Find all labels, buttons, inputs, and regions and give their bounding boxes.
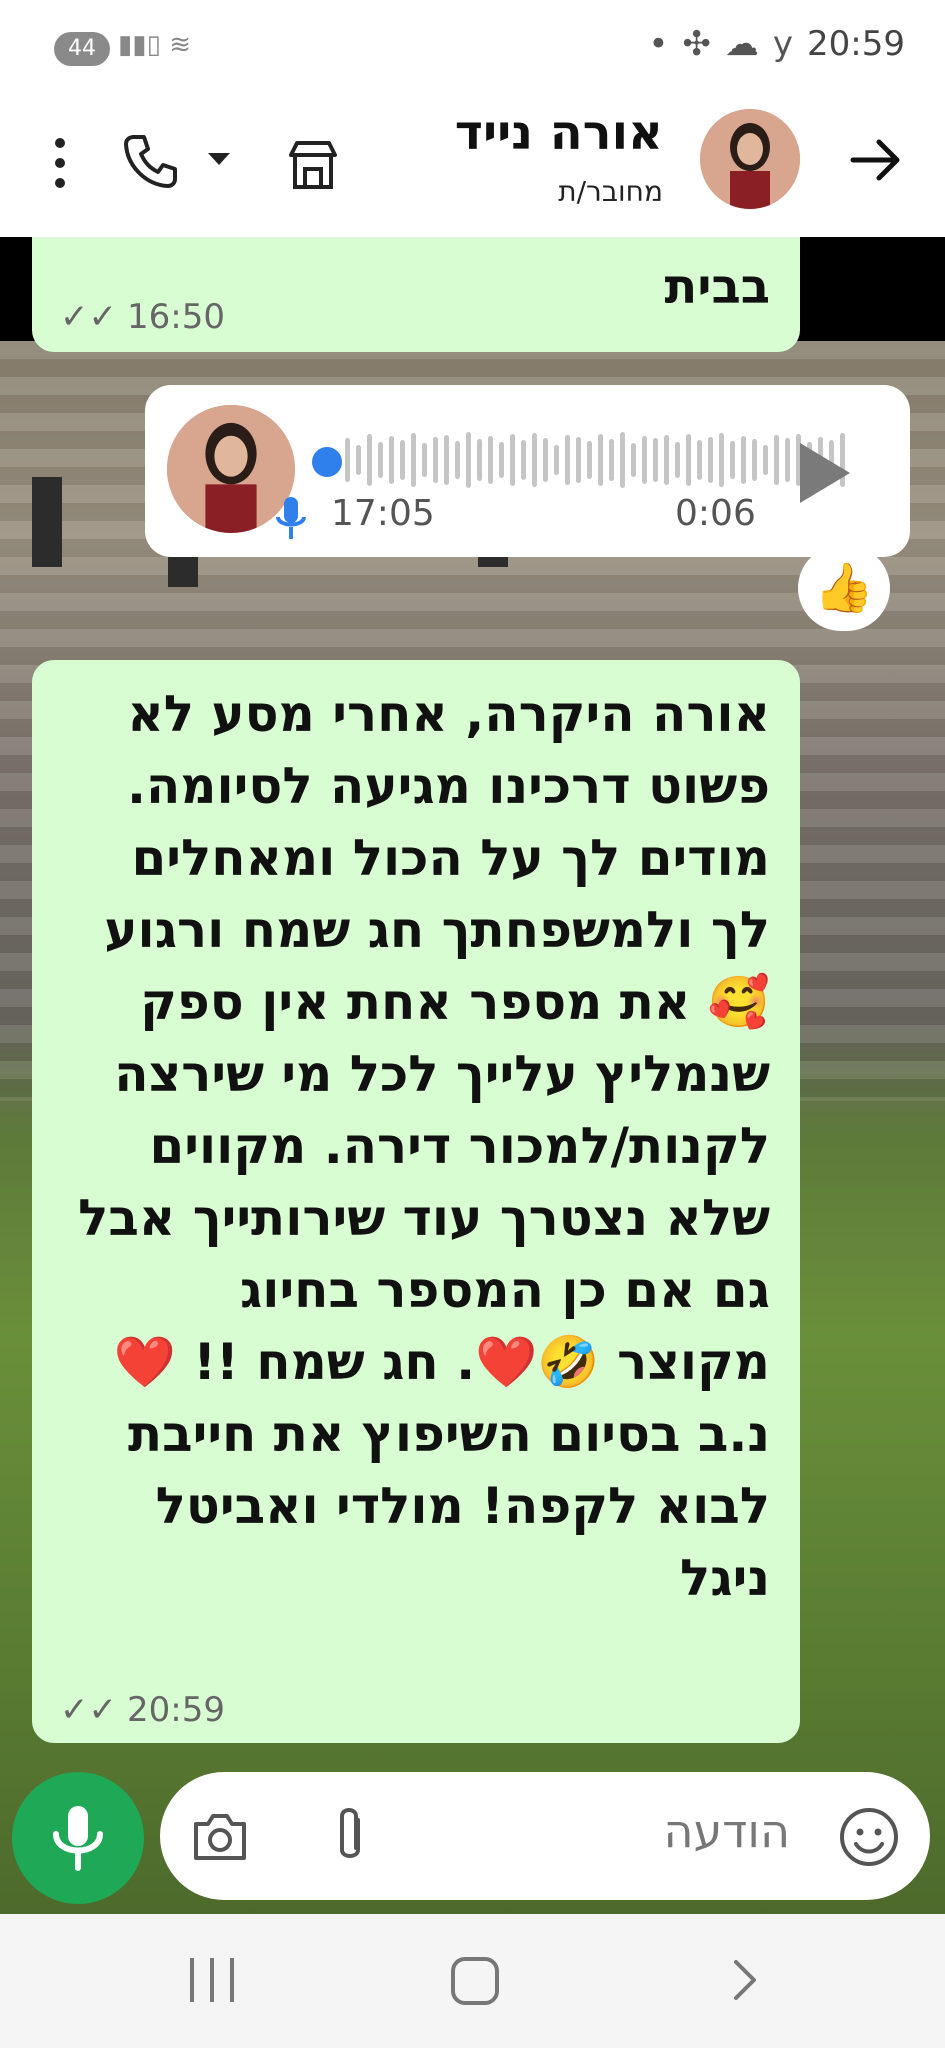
message-composer[interactable]: הודעה [160,1772,930,1900]
voice-message-duration: 0:06 [675,493,756,534]
sticker-emoji-icon[interactable] [838,1806,900,1868]
chat-area[interactable]: בבית ✓✓ 16:50 17:05 0:06 👍 אורה היקרה, א… [0,237,945,1914]
signal-icon: ▮▮▯ ≋ [118,30,191,60]
mic-small-icon [276,497,306,539]
chat-header: אורה נייד מחובר/ת [0,95,945,237]
home-icon[interactable] [451,1957,499,2005]
contact-name[interactable]: אורה נייד [455,105,663,161]
voice-message-bubble[interactable]: 17:05 0:06 [145,385,910,557]
message-bubble-outgoing[interactable]: בבית ✓✓ 16:50 [32,237,800,352]
message-text: בבית [664,259,770,315]
reaction-badge[interactable]: 👍 [798,545,890,631]
cloud-icon: ☁ [724,24,759,64]
contact-avatar[interactable] [700,109,800,209]
call-options-caret-icon[interactable] [208,153,230,165]
microphone-icon [53,1806,103,1871]
voice-record-button[interactable] [12,1772,144,1904]
message-input[interactable]: הודעה [663,1804,790,1858]
nav-back-icon[interactable] [724,1958,764,2002]
store-icon[interactable] [283,135,343,195]
recent-apps-icon[interactable] [190,1958,234,2002]
attach-icon[interactable] [330,1804,370,1868]
message-time: 20:59 [126,1690,225,1730]
phone-icon[interactable] [120,131,180,191]
contact-status: מחובר/ת [558,175,663,208]
fan-icon: ✣ [682,24,711,64]
status-bar: 44 ▮▮▯ ≋ • ✣ ☁ y 20:59 [0,0,945,95]
double-check-icon: ✓✓ [60,297,117,337]
y-icon: y [772,24,794,64]
status-icons: • ✣ ☁ y 20:59 [648,24,905,64]
message-text: אורה היקרה, אחרי מסע לא פשוט דרכינו מגיע… [78,685,770,1607]
notification-badge: 44 [54,32,110,66]
wallpaper-window [168,557,198,587]
more-options-icon[interactable] [48,133,72,193]
wallpaper-window [32,477,62,567]
play-icon[interactable] [800,443,850,503]
clock: 20:59 [807,24,905,64]
message-bubble-outgoing[interactable]: אורה היקרה, אחרי מסע לא פשוט דרכינו מגיע… [32,660,800,1743]
message-meta: ✓✓ 20:59 [60,1690,225,1730]
double-check-icon: ✓✓ [60,1690,117,1730]
camera-icon[interactable] [190,1808,250,1864]
playback-position-handle[interactable] [312,447,342,477]
voice-message-time: 17:05 [331,493,435,534]
system-nav-bar [0,1914,945,2048]
message-meta: ✓✓ 16:50 [60,297,225,337]
back-arrow-icon[interactable] [845,130,905,190]
message-time: 16:50 [126,297,225,337]
dot-icon: • [648,24,669,64]
